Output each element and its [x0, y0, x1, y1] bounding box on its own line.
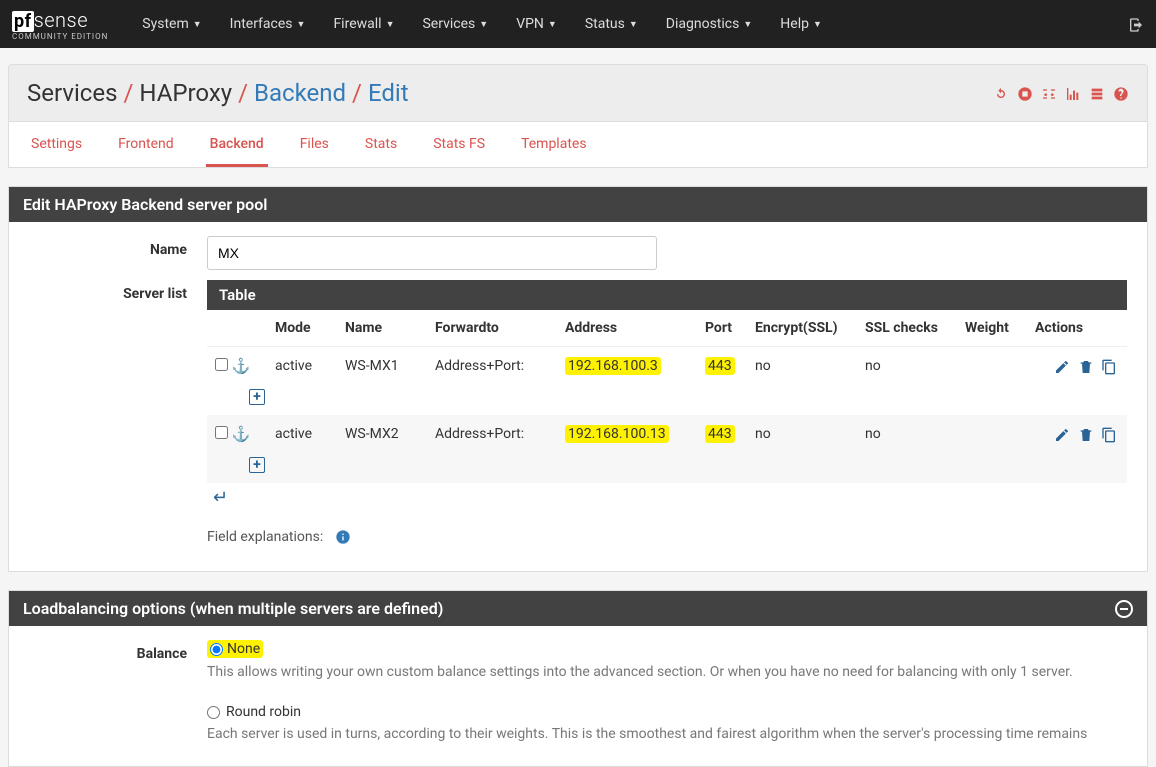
- add-row-icon[interactable]: ↵: [213, 487, 228, 508]
- collapse-icon[interactable]: [1115, 600, 1133, 618]
- help-rr: Each server is used in turns, according …: [207, 726, 1127, 742]
- tab-bar: Settings Frontend Backend Files Stats St…: [8, 122, 1148, 168]
- label-serverlist: Server list: [17, 280, 207, 302]
- logo-subtitle: COMMUNITY EDITION: [12, 32, 108, 41]
- info-icon[interactable]: [335, 526, 351, 547]
- edit-icon[interactable]: [1054, 357, 1070, 375]
- label-balance: Balance: [17, 640, 207, 662]
- col-weight: Weight: [957, 310, 1027, 347]
- chart-icon[interactable]: [1065, 84, 1081, 103]
- cell-encrypt: no: [747, 347, 857, 386]
- panel-backend-pool: Edit HAProxy Backend server pool Name Se…: [8, 186, 1148, 572]
- stop-icon[interactable]: [1017, 84, 1033, 103]
- table-title: Table: [207, 280, 1127, 310]
- label-name: Name: [17, 236, 207, 258]
- log-icon[interactable]: [1089, 84, 1105, 103]
- top-nav: pfsense COMMUNITY EDITION System▼ Interf…: [0, 0, 1156, 48]
- edit-icon[interactable]: [1054, 425, 1070, 443]
- panel-header-lb: Loadbalancing options (when multiple ser…: [9, 591, 1147, 626]
- breadcrumb-services[interactable]: Services: [27, 79, 117, 107]
- radio-roundrobin[interactable]: [207, 706, 220, 719]
- col-sslchecks: SSL checks: [857, 310, 957, 347]
- nav-vpn[interactable]: VPN▼: [502, 0, 571, 48]
- expand-icon[interactable]: +: [249, 389, 265, 405]
- panel-loadbalancing: Loadbalancing options (when multiple ser…: [8, 590, 1148, 767]
- anchor-icon[interactable]: ⚓: [231, 357, 250, 375]
- cell-sslchecks: no: [857, 415, 957, 453]
- breadcrumb: Services / HAProxy / Backend / Edit: [27, 79, 409, 107]
- name-input[interactable]: [207, 236, 657, 270]
- cell-port: 443: [697, 415, 747, 453]
- logo-pf: pf: [12, 11, 34, 32]
- delete-icon[interactable]: [1078, 425, 1094, 443]
- col-address: Address: [557, 310, 697, 347]
- radio-rr-label: Round robin: [226, 704, 301, 720]
- cell-sslchecks: no: [857, 347, 957, 386]
- breadcrumb-backend[interactable]: Backend: [254, 79, 346, 107]
- col-actions: Actions: [1027, 310, 1127, 347]
- cell-address: 192.168.100.3: [557, 347, 697, 386]
- col-forwardto: Forwardto: [427, 310, 557, 347]
- radio-none-label: None: [227, 641, 260, 657]
- cell-actions: [1027, 347, 1127, 386]
- cell-mode: active: [267, 415, 337, 453]
- tab-files[interactable]: Files: [296, 122, 333, 167]
- col-name: Name: [337, 310, 427, 347]
- cell-actions: [1027, 415, 1127, 453]
- cell-forwardto: Address+Port:: [427, 347, 557, 386]
- col-blank: [207, 310, 267, 347]
- refresh-icon[interactable]: [993, 84, 1009, 103]
- tab-statsfs[interactable]: Stats FS: [429, 122, 489, 167]
- cell-encrypt: no: [747, 415, 857, 453]
- row-checkbox[interactable]: [215, 358, 228, 371]
- radio-none[interactable]: [210, 643, 223, 656]
- delete-icon[interactable]: [1078, 357, 1094, 375]
- tab-templates[interactable]: Templates: [517, 122, 591, 167]
- cell-forwardto: Address+Port:: [427, 415, 557, 453]
- nav-system[interactable]: System▼: [128, 0, 215, 48]
- expand-icon[interactable]: +: [249, 457, 265, 473]
- logo[interactable]: pfsense COMMUNITY EDITION: [12, 8, 108, 41]
- nav-diagnostics[interactable]: Diagnostics▼: [652, 0, 766, 48]
- table-row: ⚓ active WS-MX2 Address+Port: 192.168.10…: [207, 415, 1127, 453]
- cell-mode: active: [267, 347, 337, 386]
- help-icon[interactable]: [1113, 84, 1129, 103]
- nav-interfaces[interactable]: Interfaces▼: [216, 0, 320, 48]
- copy-icon[interactable]: [1101, 357, 1117, 375]
- logout-icon[interactable]: [1128, 14, 1144, 35]
- nav-status[interactable]: Status▼: [571, 0, 652, 48]
- logo-sense: sense: [34, 8, 88, 32]
- breadcrumb-haproxy[interactable]: HAProxy: [139, 79, 232, 107]
- server-table: Mode Name Forwardto Address Port Encrypt…: [207, 310, 1127, 483]
- breadcrumb-edit[interactable]: Edit: [368, 79, 409, 107]
- nav-services[interactable]: Services▼: [408, 0, 502, 48]
- cell-name: WS-MX2: [337, 415, 427, 453]
- cell-weight: [957, 347, 1027, 386]
- table-row: ⚓ active WS-MX1 Address+Port: 192.168.10…: [207, 347, 1127, 386]
- cell-name: WS-MX1: [337, 347, 427, 386]
- anchor-icon[interactable]: ⚓: [231, 425, 250, 443]
- panel-header-backend: Edit HAProxy Backend server pool: [9, 187, 1147, 222]
- tab-stats[interactable]: Stats: [361, 122, 401, 167]
- help-none: This allows writing your own custom bala…: [207, 664, 1127, 680]
- tab-backend[interactable]: Backend: [206, 122, 268, 167]
- breadcrumb-bar: Services / HAProxy / Backend / Edit: [8, 64, 1148, 122]
- nav-firewall[interactable]: Firewall▼: [319, 0, 408, 48]
- cell-port: 443: [697, 347, 747, 386]
- nav-help[interactable]: Help▼: [766, 0, 836, 48]
- topnav-menu: System▼ Interfaces▼ Firewall▼ Services▼ …: [128, 0, 1128, 48]
- cell-address: 192.168.100.13: [557, 415, 697, 453]
- breadcrumb-actions: [993, 84, 1129, 103]
- col-mode: Mode: [267, 310, 337, 347]
- col-port: Port: [697, 310, 747, 347]
- tab-frontend[interactable]: Frontend: [114, 122, 178, 167]
- row-checkbox[interactable]: [215, 426, 228, 439]
- field-explanations-label: Field explanations:: [207, 529, 323, 545]
- copy-icon[interactable]: [1101, 425, 1117, 443]
- col-encrypt: Encrypt(SSL): [747, 310, 857, 347]
- tab-settings[interactable]: Settings: [27, 122, 86, 167]
- cell-weight: [957, 415, 1027, 453]
- sliders-icon[interactable]: [1041, 84, 1057, 103]
